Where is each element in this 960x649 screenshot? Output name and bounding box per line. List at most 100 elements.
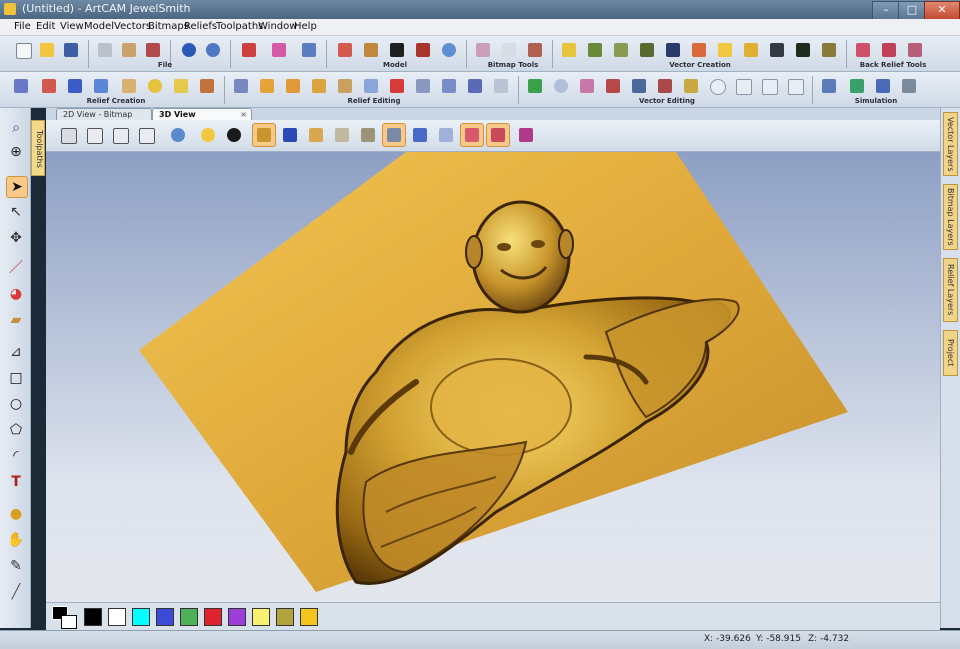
copy-icon[interactable] xyxy=(118,38,140,62)
simulation-icon-4[interactable] xyxy=(898,74,920,98)
vector-editing-icon-3[interactable] xyxy=(576,74,598,98)
relief-editing-icon-10[interactable] xyxy=(464,74,486,98)
vector-editing-icon-7[interactable] xyxy=(680,74,702,98)
vector-creation-icon-3[interactable] xyxy=(610,38,632,62)
zoom-window-icon[interactable]: ⌕ xyxy=(6,118,26,138)
vector-editing-icon-9[interactable] xyxy=(732,74,754,98)
relief-creation-icon-3[interactable] xyxy=(64,74,86,98)
menu-reliefs[interactable]: Reliefs xyxy=(184,21,217,32)
relief-creation-icon-7[interactable] xyxy=(170,74,192,98)
relief-editing-icon-9[interactable] xyxy=(438,74,460,98)
back-relief-icon-2[interactable] xyxy=(878,38,900,62)
vector-editing-icon-1[interactable] xyxy=(524,74,546,98)
vector-editing-icon-6[interactable] xyxy=(654,74,676,98)
close-tab-icon[interactable]: × xyxy=(240,109,247,120)
eraser-toolbar-icon[interactable] xyxy=(268,38,290,62)
vector-creation-icon-9[interactable] xyxy=(766,38,788,62)
relief-editing-icon-1[interactable] xyxy=(230,74,252,98)
rectangle-icon[interactable]: □ xyxy=(6,368,26,388)
back-relief-icon-3[interactable] xyxy=(904,38,926,62)
menu-edit[interactable]: Edit xyxy=(36,21,55,32)
drop-icon[interactable]: ● xyxy=(6,504,26,524)
relief-creation-icon-4[interactable] xyxy=(90,74,112,98)
arc-icon[interactable]: ◜ xyxy=(6,446,26,466)
paste-icon[interactable] xyxy=(142,38,164,62)
tab-bitmap-layers[interactable]: Bitmap Layers xyxy=(943,184,958,250)
vector-creation-icon-10[interactable] xyxy=(792,38,814,62)
draw-tool-icon[interactable]: ✎ xyxy=(6,556,26,576)
view-side-icon[interactable] xyxy=(108,123,132,147)
menu-help[interactable]: Help xyxy=(294,21,317,32)
vector-creation-icon-7[interactable] xyxy=(714,38,736,62)
swatch-red[interactable] xyxy=(204,608,222,626)
toolpaths-tab[interactable]: Toolpaths xyxy=(31,120,45,176)
material-icon[interactable] xyxy=(382,123,406,147)
minimize-button[interactable]: – xyxy=(872,1,900,20)
globe-icon[interactable]: ⊕ xyxy=(6,142,26,162)
swatch-black[interactable] xyxy=(84,608,102,626)
relief-editing-icon-3[interactable] xyxy=(282,74,304,98)
vector-creation-icon-8[interactable] xyxy=(740,38,762,62)
relief-editing-icon-7[interactable] xyxy=(386,74,408,98)
swatch-gold[interactable] xyxy=(300,608,318,626)
vector-creation-icon-4[interactable] xyxy=(636,38,658,62)
vector-editing-icon-4[interactable] xyxy=(602,74,624,98)
texture-plane-icon[interactable] xyxy=(356,123,380,147)
vector-creation-icon-11[interactable] xyxy=(818,38,840,62)
eye-icon[interactable] xyxy=(222,123,246,147)
simulation-icon-3[interactable] xyxy=(872,74,894,98)
settings-icon[interactable] xyxy=(298,38,320,62)
vector-creation-icon-6[interactable] xyxy=(688,38,710,62)
eyedropper-icon[interactable]: ╱ xyxy=(6,582,26,602)
model-icon-2[interactable] xyxy=(360,38,382,62)
relief-creation-icon-1[interactable] xyxy=(10,74,32,98)
relief-layer-icon-2[interactable] xyxy=(486,123,510,147)
view-iso-icon[interactable] xyxy=(56,123,80,147)
circle-icon[interactable]: ○ xyxy=(6,394,26,414)
vector-creation-icon-2[interactable] xyxy=(584,38,606,62)
vector-editing-icon-8[interactable] xyxy=(706,74,728,98)
select-arrow-icon[interactable]: ➤ xyxy=(6,176,28,198)
maximize-button[interactable]: □ xyxy=(898,1,926,20)
view-front-icon[interactable] xyxy=(82,123,106,147)
simulation-icon-1[interactable] xyxy=(818,74,840,98)
3d-viewport[interactable] xyxy=(46,152,940,602)
swatch-purple[interactable] xyxy=(228,608,246,626)
relief-layer-icon-1[interactable] xyxy=(460,123,484,147)
light-bulb-icon[interactable] xyxy=(196,123,220,147)
tab-relief-layers[interactable]: Relief Layers xyxy=(943,258,958,322)
relief-editing-icon-2[interactable] xyxy=(256,74,278,98)
flat-plane-icon[interactable] xyxy=(330,123,354,147)
relief-layer-icon-3[interactable] xyxy=(514,123,538,147)
menu-toolpaths[interactable]: Toolpaths xyxy=(216,21,263,32)
undo-icon[interactable] xyxy=(178,38,200,62)
tab-project[interactable]: Project xyxy=(943,330,958,376)
relief-creation-icon-8[interactable] xyxy=(196,74,218,98)
close-button[interactable]: ✕ xyxy=(924,1,960,20)
open-file-icon[interactable] xyxy=(36,38,58,62)
bitmap-tool-icon-1[interactable] xyxy=(472,38,494,62)
view-top-icon[interactable] xyxy=(134,123,158,147)
polygon-icon[interactable]: ⬠ xyxy=(6,420,26,440)
bitmap-tool-icon-2[interactable] xyxy=(498,38,520,62)
relief-shaded-icon[interactable] xyxy=(252,123,276,147)
smudge-icon[interactable]: ✋ xyxy=(6,530,26,550)
vector-editing-icon-5[interactable] xyxy=(628,74,650,98)
cut-icon[interactable] xyxy=(94,38,116,62)
zoom-icon[interactable] xyxy=(166,123,190,147)
save-file-icon[interactable] xyxy=(60,38,82,62)
vector-editing-icon-10[interactable] xyxy=(758,74,780,98)
box-icon[interactable] xyxy=(304,123,328,147)
swatch-blue[interactable] xyxy=(156,608,174,626)
bitmap-tool-icon-3[interactable] xyxy=(524,38,546,62)
node-edit-icon[interactable]: ↖ xyxy=(6,202,26,222)
vector-editing-icon-2[interactable] xyxy=(550,74,572,98)
menu-file[interactable]: File xyxy=(14,21,31,32)
relief-creation-icon-6[interactable] xyxy=(144,74,166,98)
redo-icon[interactable] xyxy=(202,38,224,62)
back-relief-icon-1[interactable] xyxy=(852,38,874,62)
axes-icon[interactable] xyxy=(278,123,302,147)
simulation-icon-2[interactable] xyxy=(846,74,868,98)
vector-creation-icon-1[interactable] xyxy=(558,38,580,62)
polyline-icon[interactable]: ⊿ xyxy=(6,342,26,362)
